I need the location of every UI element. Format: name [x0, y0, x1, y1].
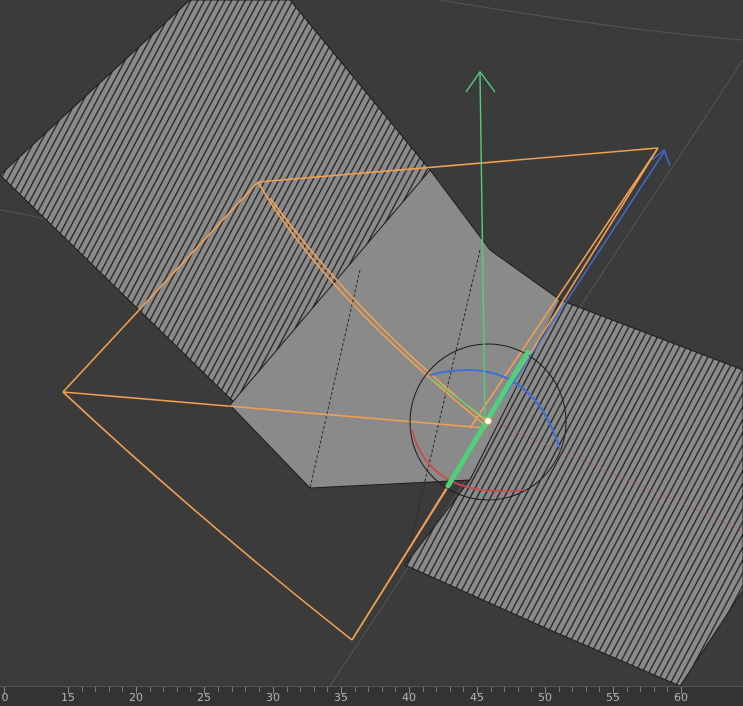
timeline-label-15: 15: [61, 691, 75, 704]
timeline-label-40: 40: [402, 691, 416, 704]
tick-mark-minor: [463, 687, 465, 692]
tick-mark-minor: [572, 687, 574, 692]
tick-mark-minor: [449, 687, 451, 692]
tick-mark-minor: [354, 687, 356, 692]
tick-mark-minor: [558, 687, 560, 692]
tick-mark-minor: [300, 687, 302, 692]
timeline-label-50: 50: [538, 691, 552, 704]
timeline-label-30: 30: [266, 691, 280, 704]
gizmo-center-point[interactable]: [484, 417, 492, 425]
tick-mark-minor: [286, 687, 288, 692]
timeline-label-25: 25: [197, 691, 211, 704]
tick-mark-minor: [245, 687, 247, 692]
3d-viewport[interactable]: [0, 0, 743, 686]
grid-line: [439, 0, 743, 41]
tick-mark-minor: [163, 687, 165, 692]
tick-mark-minor: [81, 687, 83, 692]
tick-mark-minor: [122, 687, 124, 692]
timeline-label-55: 55: [606, 691, 620, 704]
timeline-label-20: 20: [129, 691, 143, 704]
tick-mark-minor: [368, 687, 370, 692]
viewport-scene[interactable]: [0, 0, 743, 686]
tick-mark-minor: [504, 687, 506, 692]
tick-mark-minor: [217, 687, 219, 692]
tick-mark-minor: [313, 687, 315, 692]
tick-mark-minor: [626, 687, 628, 692]
timeline-label-45: 45: [470, 691, 484, 704]
tick-mark-minor: [190, 687, 192, 692]
timeline-ruler[interactable]: 0 15 20 25 30 35 40 45 50 55 60: [0, 686, 743, 706]
tick-mark-minor: [531, 687, 533, 692]
tick-mark-minor: [653, 687, 655, 692]
tick-mark-minor: [381, 687, 383, 692]
tick-mark-minor: [599, 687, 601, 692]
tick-mark-minor: [436, 687, 438, 692]
tick-mark-minor: [490, 687, 492, 692]
tick-mark-minor: [395, 687, 397, 692]
tick-mark-minor: [176, 687, 178, 692]
tick-mark-minor: [517, 687, 519, 692]
tick-mark-minor: [640, 687, 642, 692]
tick-mark-minor: [667, 687, 669, 692]
tick-mark-minor: [231, 687, 233, 692]
tick-mark-minor: [422, 687, 424, 692]
tick-mark-minor: [585, 687, 587, 692]
timeline-label-60: 60: [674, 691, 688, 704]
tick-mark-minor: [259, 687, 261, 692]
timeline-label-35: 35: [334, 691, 348, 704]
tick-mark-minor: [149, 687, 151, 692]
timeline-label-0: 0: [1, 691, 9, 704]
tick-mark-minor: [108, 687, 110, 692]
tick-mark-minor: [95, 687, 97, 692]
tick-mark-minor: [327, 687, 329, 692]
